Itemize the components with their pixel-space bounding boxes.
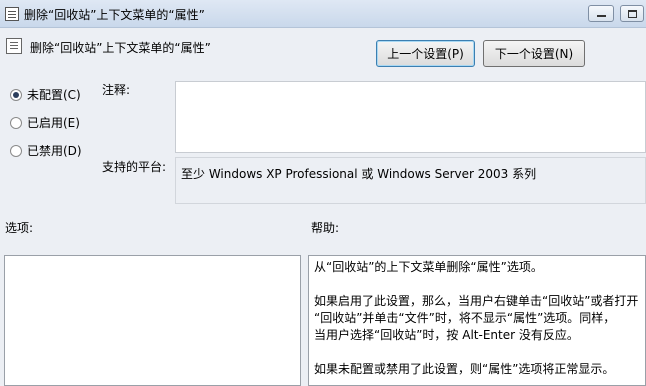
radio-not-configured[interactable]: 未配置(C) <box>10 86 81 103</box>
help-paragraph: 从“回收站”的上下文菜单删除“属性”选项。 <box>314 260 543 274</box>
supported-platform-field: 至少 Windows XP Professional 或 Windows Ser… <box>175 157 646 204</box>
radio-button[interactable] <box>10 144 22 157</box>
radio-disabled[interactable]: 已禁用(D) <box>10 142 82 159</box>
radio-enabled[interactable]: 已启用(E) <box>10 114 80 131</box>
policy-title: 删除“回收站”上下文菜单的“属性” <box>30 41 211 55</box>
minimize-button[interactable] <box>588 5 614 22</box>
previous-setting-button[interactable]: 上一个设置(P) <box>376 40 475 67</box>
supported-platform-value: 至少 Windows XP Professional 或 Windows Ser… <box>181 167 537 181</box>
options-pane <box>4 255 301 386</box>
radio-label: 已禁用(D) <box>27 144 82 158</box>
radio-button[interactable] <box>10 116 22 129</box>
comment-label: 注释: <box>102 83 131 97</box>
options-label: 选项: <box>5 221 34 235</box>
help-label: 帮助: <box>311 221 340 235</box>
maximize-button[interactable] <box>620 5 644 22</box>
next-setting-button[interactable]: 下一个设置(N) <box>483 40 585 67</box>
help-line: 当用户选择“回收站”时，按 Alt-Enter 没有反应。 <box>314 328 579 342</box>
minimize-icon <box>597 15 606 17</box>
comment-textarea[interactable] <box>175 81 646 153</box>
policy-setting-icon <box>5 7 19 21</box>
help-paragraph: 如果未配置或禁用了此设置，则“属性”选项将正常显示。 <box>314 362 615 376</box>
help-line: 如果启用了此设置，那么，当用户右键单击“回收站”或者打开 <box>314 294 639 308</box>
title-bar: 删除“回收站”上下文菜单的“属性” <box>0 0 646 28</box>
help-line: “回收站”并单击“文件”时，将不显示“属性”选项。同样， <box>314 311 616 325</box>
radio-label: 未配置(C) <box>27 88 81 102</box>
help-paragraph: 如果启用了此设置，那么，当用户右键单击“回收站”或者打开 “回收站”并单击“文件… <box>314 293 640 344</box>
radio-button-selected[interactable] <box>10 88 22 101</box>
radio-label: 已启用(E) <box>27 116 80 130</box>
supported-platform-label: 支持的平台: <box>102 160 167 174</box>
maximize-icon <box>628 10 637 18</box>
policy-setting-icon <box>6 38 22 54</box>
window-title: 删除“回收站”上下文菜单的“属性” <box>24 8 205 22</box>
help-text-pane[interactable]: 从“回收站”的上下文菜单删除“属性”选项。 如果启用了此设置，那么，当用户右键单… <box>308 255 646 386</box>
